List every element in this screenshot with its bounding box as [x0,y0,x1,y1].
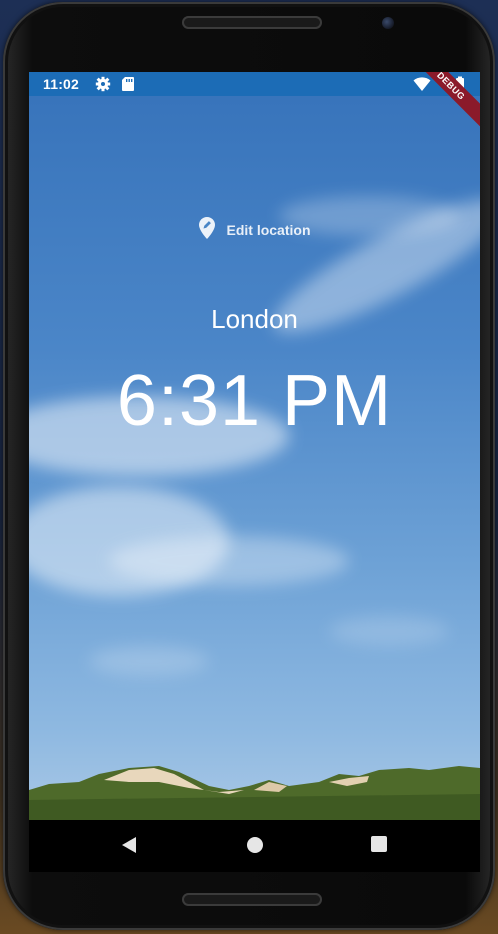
recents-icon[interactable] [371,836,387,857]
back-icon[interactable] [121,836,137,859]
edit-location-button[interactable]: Edit location [29,216,480,244]
location-pin-icon [198,216,215,244]
wifi-icon [413,76,431,95]
location-name: London [211,304,298,334]
navigation-bar [29,820,480,872]
sand-dunes [29,766,480,820]
phone-screen: 11:02 DEBUG Edit location London 6:31 PM [29,72,480,872]
phone-frame: 11:02 DEBUG Edit location London 6:31 PM [3,2,495,930]
front-camera [382,17,394,29]
status-bar: 11:02 DEBUG [29,72,480,131]
top-speaker [182,16,322,29]
settings-icon [95,76,111,95]
status-time: 11:02 [43,76,80,92]
current-time: 6:31 PM [116,361,393,441]
background-image [29,96,480,820]
edit-location-label: Edit location [226,222,311,238]
sd-card-icon [121,76,135,95]
home-icon[interactable] [246,836,264,859]
bottom-speaker [182,893,322,906]
